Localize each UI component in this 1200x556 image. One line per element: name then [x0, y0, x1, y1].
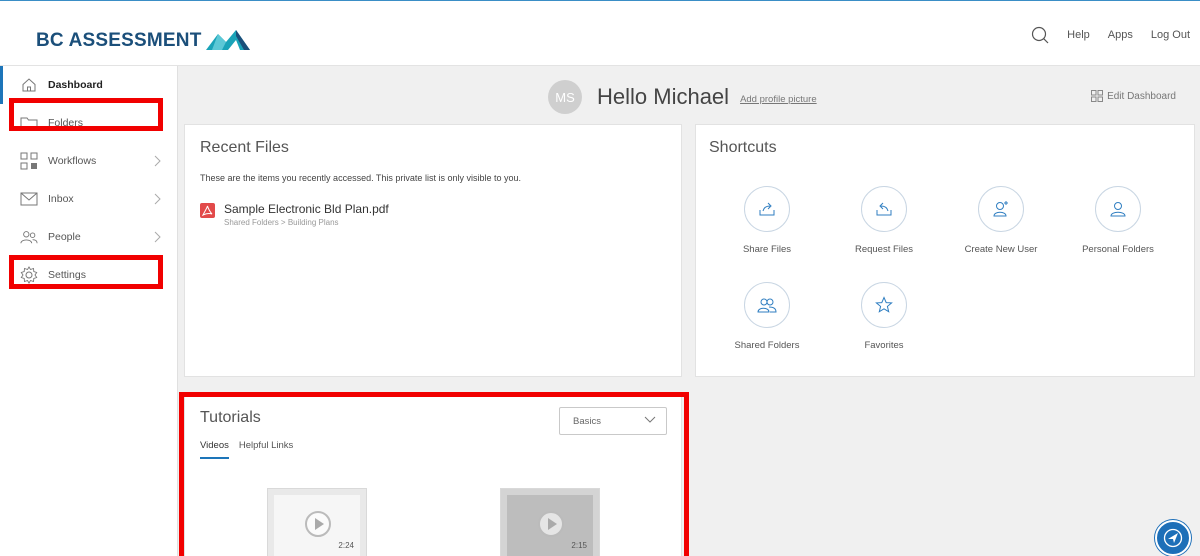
- recent-files-card: Recent Files These are the items you rec…: [184, 124, 682, 377]
- pdf-icon: [200, 203, 215, 218]
- highlight-box-settings: [9, 255, 163, 289]
- share-icon: [744, 186, 790, 232]
- recent-files-description: These are the items you recently accesse…: [200, 173, 521, 183]
- shortcut-favorites[interactable]: Favorites: [829, 282, 939, 351]
- add-profile-picture-link[interactable]: Add profile picture: [740, 94, 817, 105]
- top-links: Help Apps Log Out: [1031, 26, 1190, 44]
- edit-dashboard-button[interactable]: Edit Dashboard: [1091, 90, 1176, 102]
- workflow-icon: [20, 152, 38, 170]
- shortcut-label: Favorites: [864, 340, 904, 351]
- group-icon: [744, 282, 790, 328]
- shortcut-request-files[interactable]: Request Files: [829, 186, 939, 255]
- file-name: Sample Electronic Bld Plan.pdf: [224, 202, 389, 216]
- shortcut-label: Create New User: [964, 244, 1038, 255]
- sidebar-item-people[interactable]: People: [0, 218, 177, 256]
- list-item[interactable]: Sample Electronic Bld Plan.pdf Shared Fo…: [200, 202, 389, 227]
- shortcut-share-files[interactable]: Share Files: [712, 186, 822, 255]
- chevron-right-icon: [154, 155, 161, 167]
- search-icon[interactable]: [1031, 26, 1049, 44]
- sidebar-item-workflows[interactable]: Workflows: [0, 142, 177, 180]
- avatar[interactable]: MS: [548, 80, 582, 114]
- shortcut-shared-folders[interactable]: Shared Folders: [712, 282, 822, 351]
- sidebar-item-label: Inbox: [48, 193, 74, 205]
- request-icon: [861, 186, 907, 232]
- grid-icon: [1091, 90, 1104, 102]
- help-link[interactable]: Help: [1067, 29, 1090, 41]
- sidebar: Dashboard Folders Workflows Inbox People…: [0, 66, 178, 556]
- brand-logo[interactable]: BC ASSESSMENT: [36, 28, 250, 52]
- shortcut-label: Request Files: [854, 244, 914, 255]
- highlight-box-tutorials: [179, 392, 689, 556]
- recent-files-title: Recent Files: [200, 139, 289, 156]
- apps-link[interactable]: Apps: [1108, 29, 1133, 41]
- file-path: Shared Folders > Building Plans: [224, 218, 339, 227]
- shortcut-label: Shared Folders: [734, 340, 800, 351]
- star-icon: [861, 282, 907, 328]
- edit-dashboard-label: Edit Dashboard: [1107, 90, 1176, 102]
- logout-link[interactable]: Log Out: [1151, 29, 1190, 41]
- navigation-fab[interactable]: [1155, 520, 1191, 556]
- shortcuts-card: Shortcuts Share Files Request Files Crea…: [695, 124, 1195, 377]
- sidebar-item-label: Workflows: [48, 155, 97, 167]
- person-icon: [1095, 186, 1141, 232]
- chevron-right-icon: [154, 193, 161, 205]
- home-icon: [20, 76, 38, 94]
- highlight-box-folders: [9, 98, 163, 131]
- greeting: MS Hello Michael Add profile picture: [548, 80, 817, 114]
- top-bar: BC ASSESSMENT Help Apps Log Out: [0, 4, 1200, 66]
- sidebar-item-inbox[interactable]: Inbox: [0, 180, 177, 218]
- compass-arrow-icon: [1163, 528, 1183, 548]
- page-title: Hello Michael: [597, 84, 730, 109]
- shortcut-label: Personal Folders: [1082, 244, 1154, 255]
- envelope-icon: [20, 190, 38, 208]
- shortcut-personal-folders[interactable]: Personal Folders: [1063, 186, 1173, 255]
- brand-name: BC ASSESSMENT: [36, 30, 202, 51]
- sidebar-item-label: Dashboard: [48, 79, 103, 91]
- shortcut-create-new-user[interactable]: Create New User: [946, 186, 1056, 255]
- chevron-right-icon: [154, 231, 161, 243]
- mountain-logo-icon: [205, 30, 250, 50]
- people-icon: [20, 228, 38, 246]
- shortcuts-title: Shortcuts: [709, 139, 777, 156]
- add-user-icon: [978, 186, 1024, 232]
- shortcut-label: Share Files: [742, 244, 792, 255]
- sidebar-item-label: People: [48, 231, 81, 243]
